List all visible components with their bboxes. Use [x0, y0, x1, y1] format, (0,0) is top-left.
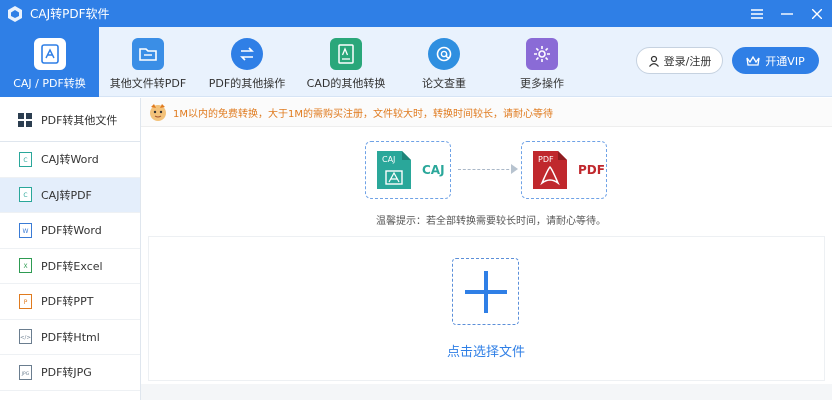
- source-format-label: CAJ: [422, 163, 445, 177]
- sidebar-item-pdf-to-word[interactable]: W PDF转Word: [0, 213, 140, 249]
- sidebar-item-caj-to-word[interactable]: C CAJ转Word: [0, 142, 140, 178]
- pdf-badge: PDF: [538, 155, 554, 164]
- svg-text:W: W: [22, 228, 28, 235]
- close-icon[interactable]: [802, 0, 832, 27]
- grid-icon: [17, 112, 33, 128]
- tab-more-ops[interactable]: 更多操作: [510, 27, 574, 97]
- tab-caj-pdf-convert[interactable]: CAJ / PDF转换: [0, 27, 99, 97]
- at-check-icon: [428, 38, 460, 70]
- sidebar-item-label: CAJ转PDF: [41, 188, 92, 202]
- jpg-icon: JPG: [17, 364, 33, 380]
- login-label: 登录/注册: [663, 54, 712, 68]
- cad-file-icon: [330, 38, 362, 70]
- sidebar-item-pdf-to-excel[interactable]: X PDF转Excel: [0, 249, 140, 284]
- tab-label: PDF的其他操作: [208, 77, 286, 90]
- sidebar-item-pdf-to-jpg[interactable]: JPG PDF转JPG: [0, 355, 140, 391]
- ppt-icon: P: [17, 293, 33, 309]
- gear-icon: [526, 38, 558, 70]
- add-file-button[interactable]: [452, 258, 519, 325]
- sidebar-item-label: PDF转JPG: [41, 366, 92, 380]
- sidebar-header-pdf-to-other[interactable]: PDF转其他文件: [0, 98, 140, 142]
- sidebar-item-pdf-to-ppt[interactable]: P PDF转PPT: [0, 284, 140, 320]
- title-bar: CAJ转PDF软件: [0, 0, 832, 27]
- folder-icon: [132, 38, 164, 70]
- tip-text: 温馨提示：若全部转换需要较长时间，请耐心等待。: [376, 216, 606, 227]
- app-title: CAJ转PDF软件: [30, 7, 110, 21]
- sidebar-item-label: PDF转PPT: [41, 295, 94, 309]
- sidebar-item-label: CAJ转Word: [41, 153, 99, 167]
- tab-label: CAJ / PDF转换: [13, 77, 86, 90]
- svg-text:</>: </>: [19, 335, 30, 341]
- caj-badge: CAJ: [382, 155, 395, 164]
- svg-text:X: X: [23, 263, 27, 270]
- caj-icon: C: [17, 151, 33, 167]
- sidebar-item-label: PDF转Excel: [41, 259, 103, 273]
- sidebar-item-caj-to-pdf[interactable]: C CAJ转PDF: [0, 177, 140, 213]
- source-format-box: CAJ CAJ: [365, 141, 451, 199]
- bottom-strip: [141, 384, 832, 400]
- tab-pdf-other-ops[interactable]: PDF的其他操作: [204, 27, 290, 97]
- html-icon: </>: [17, 329, 33, 345]
- main-toolbar: CAJ / PDF转换 其他文件转PDF PDF的其他操作 CAD的其他转换 论…: [0, 27, 832, 97]
- user-icon: [648, 55, 659, 67]
- minimize-icon[interactable]: [772, 0, 802, 27]
- svg-text:JPG: JPG: [20, 371, 29, 377]
- mascot-icon: [150, 104, 166, 121]
- arrow-head-icon: [511, 164, 518, 174]
- excel-icon: X: [17, 258, 33, 274]
- tab-label: CAD的其他转换: [306, 77, 386, 90]
- sidebar-item-label: PDF转Word: [41, 224, 102, 238]
- choose-file-label[interactable]: 点击选择文件: [440, 341, 532, 360]
- conversion-arrow: [458, 169, 514, 170]
- tab-paper-check[interactable]: 论文查重: [412, 27, 476, 97]
- svg-text:P: P: [23, 299, 27, 306]
- word-icon: W: [17, 222, 33, 238]
- tab-label: 其他文件转PDF: [109, 77, 187, 90]
- tab-other-to-pdf[interactable]: 其他文件转PDF: [105, 27, 191, 97]
- sidebar-item-pdf-to-html[interactable]: </> PDF转Html: [0, 320, 140, 355]
- crown-icon: [746, 55, 760, 66]
- tab-label: 论文查重: [422, 77, 466, 90]
- plus-icon: [464, 270, 507, 313]
- tab-label: 更多操作: [520, 77, 564, 90]
- pdf-file-icon: PDF: [533, 151, 567, 189]
- sidebar: PDF转其他文件 C CAJ转Word C CAJ转PDF W PDF转Word…: [0, 98, 141, 400]
- pdf-convert-icon: [33, 38, 66, 70]
- vip-label: 开通VIP: [765, 54, 805, 68]
- sidebar-header-label: PDF转其他文件: [41, 113, 118, 127]
- app-logo-icon: [8, 5, 22, 22]
- svg-text:C: C: [23, 192, 27, 199]
- open-vip-button[interactable]: 开通VIP: [732, 47, 819, 74]
- target-format-label: PDF: [578, 163, 605, 177]
- caj-icon: C: [17, 187, 33, 203]
- svg-text:C: C: [23, 157, 27, 164]
- menu-icon[interactable]: [742, 0, 772, 27]
- target-format-box: PDF PDF: [521, 141, 607, 199]
- notice-text: 1M以内的免费转换，大于1M的需购买注册，文件较大时，转换时间较长，请耐心等待: [173, 108, 553, 120]
- notice-bar: 1M以内的免费转换，大于1M的需购买注册，文件较大时，转换时间较长，请耐心等待: [141, 98, 832, 127]
- tab-cad-convert[interactable]: CAD的其他转换: [300, 27, 392, 97]
- swap-icon: [231, 38, 263, 70]
- sidebar-item-label: PDF转Html: [41, 330, 100, 344]
- caj-file-icon: CAJ: [377, 151, 411, 189]
- login-register-button[interactable]: 登录/注册: [636, 47, 723, 74]
